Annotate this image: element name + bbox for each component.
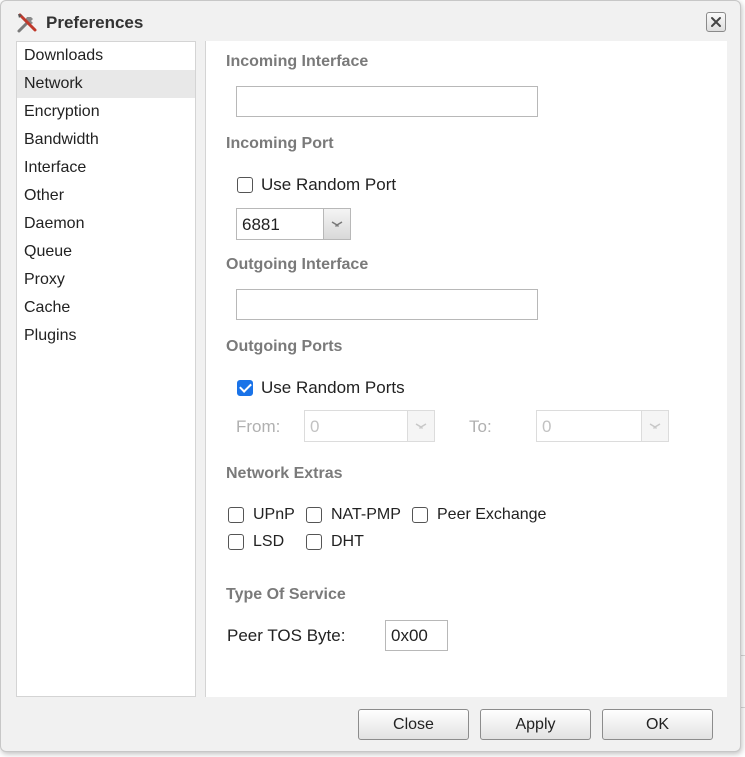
peer-tos-label: Peer TOS Byte: (227, 626, 346, 645)
ok-button[interactable]: OK (602, 709, 713, 740)
random-ports-checkbox[interactable] (237, 380, 253, 396)
lsd-checkbox[interactable] (228, 534, 244, 550)
upnp-label: UPnP (253, 506, 295, 523)
incoming-interface-input[interactable] (236, 86, 538, 117)
dht-checkbox-row[interactable]: DHT (306, 533, 364, 551)
incoming-port-value[interactable]: 6881 (242, 215, 280, 235)
close-icon[interactable] (706, 12, 726, 32)
to-port-value: 0 (542, 417, 552, 436)
apply-button[interactable]: Apply (480, 709, 591, 740)
peer-exchange-label: Peer Exchange (437, 506, 547, 523)
sidebar-item-plugins[interactable]: Plugins (17, 322, 195, 350)
natpmp-checkbox-row[interactable]: NAT-PMP (306, 506, 401, 524)
outgoing-interface-input[interactable] (236, 289, 538, 320)
type-of-service-title: Type Of Service (226, 586, 346, 603)
incoming-port-title: Incoming Port (226, 135, 334, 152)
upnp-checkbox-row[interactable]: UPnP (228, 506, 295, 524)
random-port-checkbox[interactable] (237, 177, 253, 193)
outgoing-ports-title: Outgoing Ports (226, 338, 343, 355)
from-port-spinner: 0 (304, 410, 435, 442)
lsd-checkbox-row[interactable]: LSD (228, 533, 284, 551)
incoming-interface-title: Incoming Interface (226, 53, 369, 70)
from-label: From: (236, 417, 281, 436)
sidebar-item-downloads[interactable]: Downloads (17, 42, 195, 70)
spinner-arrows-icon (641, 411, 668, 441)
dht-checkbox[interactable] (306, 534, 322, 550)
close-button[interactable]: Close (358, 709, 469, 740)
natpmp-label: NAT-PMP (331, 506, 401, 523)
sidebar-item-proxy[interactable]: Proxy (17, 266, 195, 294)
peer-tos-input[interactable]: 0x00 (385, 620, 448, 651)
random-ports-label: Use Random Ports (261, 378, 405, 397)
dialog-title: Preferences (46, 13, 144, 32)
network-settings-panel: Incoming Interface Incoming Port Use Ran… (205, 41, 727, 697)
random-ports-checkbox-row[interactable]: Use Random Ports (237, 378, 405, 398)
title-bar[interactable]: Preferences (1, 1, 740, 41)
tools-icon (15, 11, 39, 35)
natpmp-checkbox[interactable] (306, 507, 322, 523)
random-port-checkbox-row[interactable]: Use Random Port (237, 175, 396, 195)
outgoing-interface-title: Outgoing Interface (226, 256, 369, 273)
sidebar-item-queue[interactable]: Queue (17, 238, 195, 266)
upnp-checkbox[interactable] (228, 507, 244, 523)
dht-label: DHT (331, 533, 364, 550)
sidebar-item-encryption[interactable]: Encryption (17, 98, 195, 126)
preferences-dialog: Preferences Downloads Network Encryption… (0, 0, 741, 752)
incoming-port-spinner[interactable]: 6881 (236, 208, 351, 240)
peer-exchange-checkbox-row[interactable]: Peer Exchange (412, 506, 546, 524)
dialog-footer: Close Apply OK (1, 697, 740, 751)
lsd-label: LSD (253, 533, 285, 550)
random-port-label: Use Random Port (261, 175, 397, 194)
from-port-value: 0 (310, 417, 320, 436)
spinner-arrows-icon[interactable] (323, 209, 350, 239)
sidebar-item-bandwidth[interactable]: Bandwidth (17, 126, 195, 154)
sidebar-item-other[interactable]: Other (17, 182, 195, 210)
sidebar-item-interface[interactable]: Interface (17, 154, 195, 182)
peer-exchange-checkbox[interactable] (412, 507, 428, 523)
sidebar-item-daemon[interactable]: Daemon (17, 210, 195, 238)
network-extras-title: Network Extras (226, 465, 343, 482)
sidebar-item-network[interactable]: Network (17, 70, 195, 98)
sidebar-item-cache[interactable]: Cache (17, 294, 195, 322)
spinner-arrows-icon (407, 411, 434, 441)
to-label: To: (469, 417, 492, 436)
category-sidebar: Downloads Network Encryption Bandwidth I… (16, 41, 196, 697)
to-port-spinner: 0 (536, 410, 669, 442)
